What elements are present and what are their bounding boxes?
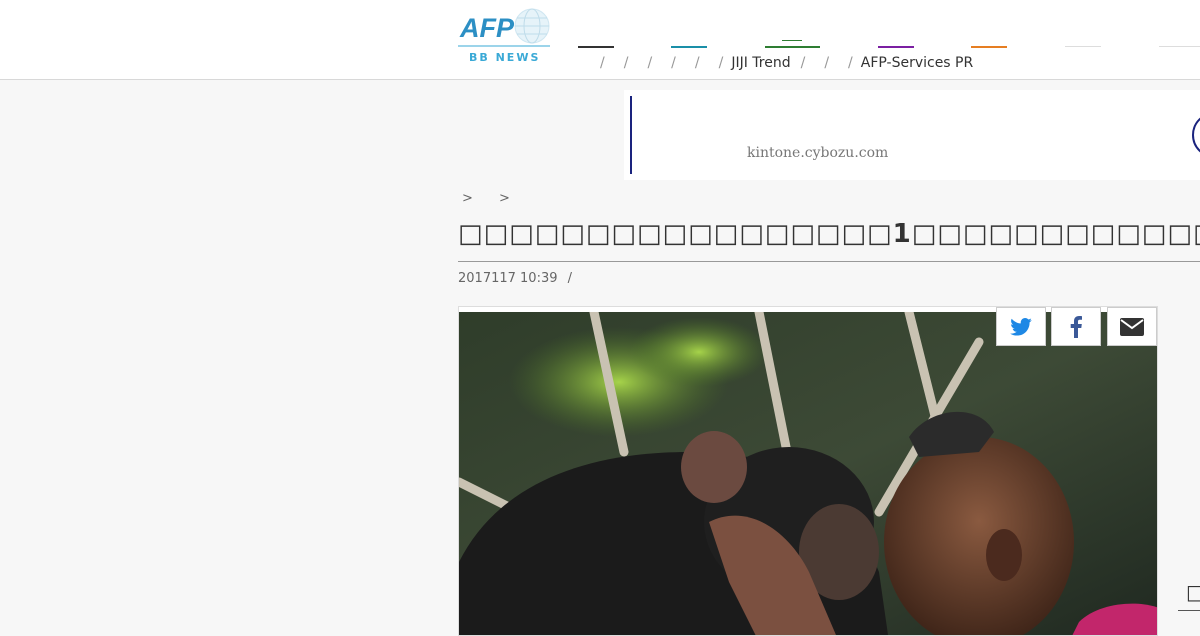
nav-sep: / [694, 55, 700, 71]
side-box-glyph: □ [1186, 580, 1200, 604]
nav-sep: / [824, 55, 830, 71]
twitter-icon [1010, 317, 1032, 336]
breadcrumb-sep: > [462, 191, 473, 206]
nav-bar-2[interactable] [671, 46, 707, 48]
title-text: 1 [892, 219, 912, 249]
side-widget-box[interactable]: □ [1178, 580, 1200, 611]
nav-sep: / [671, 55, 676, 71]
breadcrumb: > > [462, 191, 532, 206]
ad-circle-button[interactable] [1192, 112, 1200, 158]
ad-url[interactable]: kintone.cybozu.com [747, 145, 888, 161]
share-mail-button[interactable] [1107, 307, 1157, 346]
share-facebook-button[interactable] [1051, 307, 1101, 346]
title-glyphs-right: □□□□□□□□□□□□□□□□□□□□□□□□□□ [911, 219, 1200, 249]
nav-bar-3-top [782, 40, 802, 41]
nav-sep: / [718, 55, 724, 71]
title-glyphs-left: □□□□□□□□□□□□□□□□□ [458, 219, 893, 249]
article-title: □□□□□□□□□□□□□□□□□1□□□□□□□□□□□□□□□□□□□□□□… [458, 219, 1200, 262]
nav-link-afp-services-pr[interactable]: AFP-Services PR [861, 55, 973, 73]
nav-bar-3[interactable] [765, 46, 820, 48]
nav-sep: / [623, 55, 629, 71]
mail-icon [1120, 317, 1144, 336]
share-twitter-button[interactable] [996, 307, 1046, 346]
nav-sep: / [800, 55, 806, 71]
nav-sep: / [848, 55, 853, 71]
nav-links-row: / / / / / / JIJI Trend / / / AFP-Service… [600, 55, 973, 73]
article-meta: 2017117 10:39 / [458, 271, 572, 286]
nav-bar-1[interactable] [578, 46, 614, 48]
nav-bar-5[interactable] [971, 46, 1007, 48]
nav-bar-4[interactable] [878, 46, 914, 48]
meta-sep: / [567, 271, 573, 286]
ad-accent-line [630, 96, 632, 174]
advertisement-banner[interactable]: kintone.cybozu.com [624, 90, 1200, 180]
article-photo-frame [458, 306, 1158, 636]
article-date: 2017117 10:39 [458, 271, 558, 286]
nav-sep: / [647, 55, 653, 71]
site-header: AFP BB NEWS / / / / / / JIJI Trend / / /… [0, 0, 1200, 80]
nav-sep: / [600, 55, 605, 71]
nav-bar-7[interactable] [1159, 46, 1200, 47]
nav-link-jiji-trend[interactable]: JIJI Trend [731, 55, 790, 73]
breadcrumb-sep: > [499, 191, 510, 206]
nav-bar-6[interactable] [1065, 46, 1101, 47]
facebook-icon [1070, 315, 1082, 338]
article-photo[interactable] [459, 312, 1158, 636]
